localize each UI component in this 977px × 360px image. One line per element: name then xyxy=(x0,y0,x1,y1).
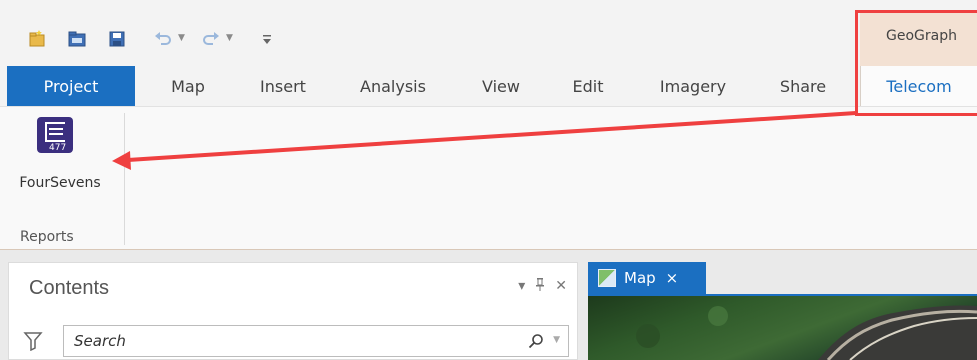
new-project-icon[interactable] xyxy=(26,28,48,50)
filter-icon[interactable] xyxy=(23,331,43,352)
group-separator xyxy=(124,113,125,245)
foursevens-button[interactable]: 477 FourSevens xyxy=(10,113,110,201)
annotation-highlight-box xyxy=(855,10,977,116)
contents-pane: Contents ▾ ✕ ▼ xyxy=(8,262,578,360)
pin-icon[interactable] xyxy=(535,277,545,295)
save-project-icon[interactable] xyxy=(106,28,128,50)
map-icon xyxy=(598,269,616,287)
search-box[interactable]: ▼ xyxy=(63,325,569,357)
tab-insert[interactable]: Insert xyxy=(248,66,318,106)
search-dropdown-icon[interactable]: ▼ xyxy=(553,335,560,345)
search-input[interactable] xyxy=(64,326,524,356)
contents-title: Contents xyxy=(29,277,110,299)
foursevens-icon-text: 477 xyxy=(49,143,66,153)
map-imagery xyxy=(636,305,977,360)
map-tab-close-icon[interactable]: × xyxy=(666,269,679,287)
foursevens-label: FourSevens xyxy=(19,175,101,191)
group-label-reports: Reports xyxy=(20,229,74,245)
map-view[interactable] xyxy=(588,296,977,360)
tab-share[interactable]: Share xyxy=(768,66,838,106)
quick-access-toolbar: ▼ ▼ xyxy=(0,0,977,66)
redo-icon[interactable] xyxy=(200,28,222,50)
ribbon-body: 477 FourSevens Reports xyxy=(0,106,977,250)
tab-project[interactable]: Project xyxy=(7,66,135,106)
map-tab[interactable]: Map × xyxy=(588,262,706,294)
close-icon[interactable]: ✕ xyxy=(555,278,567,294)
pane-menu-icon[interactable]: ▾ xyxy=(518,278,525,294)
tab-edit[interactable]: Edit xyxy=(560,66,616,106)
undo-icon[interactable] xyxy=(152,28,174,50)
ribbon-tab-strip: Project Map Insert Analysis View Edit Im… xyxy=(0,66,977,106)
search-icon[interactable] xyxy=(528,333,544,349)
tab-imagery[interactable]: Imagery xyxy=(648,66,738,106)
tab-analysis[interactable]: Analysis xyxy=(348,66,438,106)
open-project-icon[interactable] xyxy=(66,28,88,50)
foursevens-icon: 477 xyxy=(37,117,73,153)
tab-map[interactable]: Map xyxy=(160,66,216,106)
customize-qat-icon[interactable] xyxy=(256,28,278,50)
pane-controls: ▾ ✕ xyxy=(518,277,567,295)
undo-dropdown-icon[interactable]: ▼ xyxy=(178,33,185,43)
tab-view[interactable]: View xyxy=(470,66,532,106)
map-tab-label: Map xyxy=(624,269,656,287)
redo-dropdown-icon[interactable]: ▼ xyxy=(226,33,233,43)
